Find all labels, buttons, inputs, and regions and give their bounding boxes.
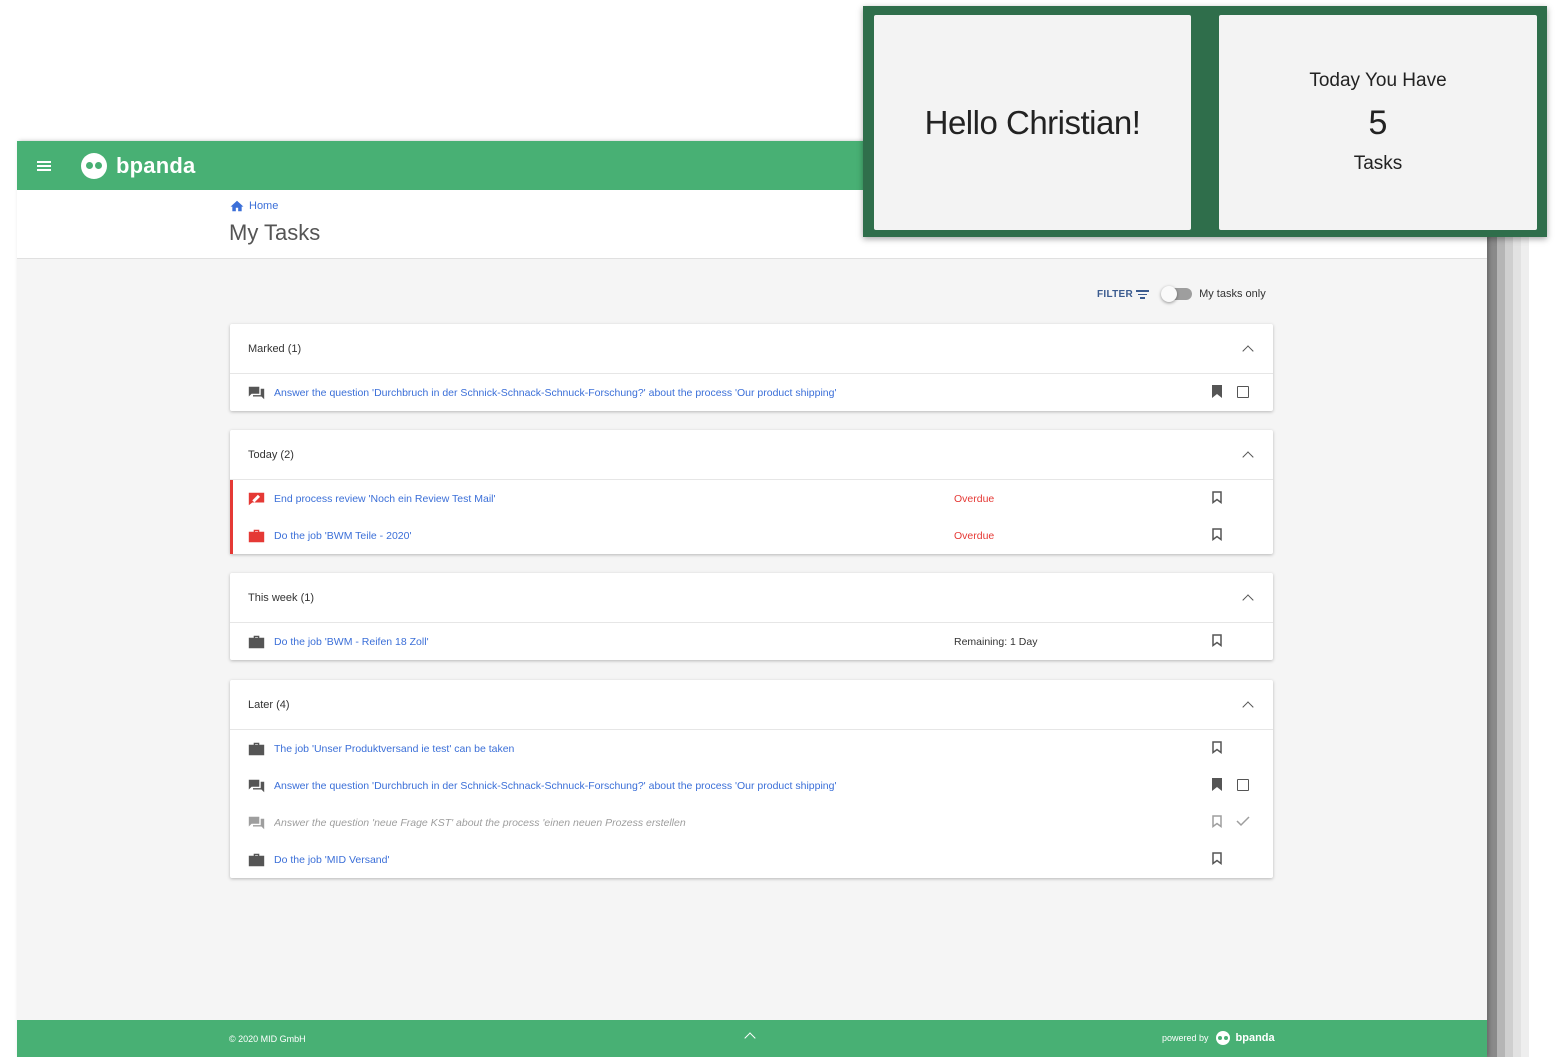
bookmark-outline-icon[interactable] [1212,852,1222,865]
summary-overlay: Hello Christian! Today You Have 5 Tasks [863,6,1547,237]
bpanda-logo[interactable]: bpanda [81,152,196,179]
panda-icon [1215,1031,1230,1045]
task-row[interactable]: Answer the question 'Durchbruch in der S… [230,374,1273,411]
section-header[interactable]: Today (2) [230,430,1273,480]
bookmark-filled-icon[interactable] [1212,385,1222,398]
footer: © 2020 MID GmbH powered by bpanda [17,1020,1487,1057]
task-section: Today (2) End process review 'Noch ein Re… [230,430,1273,554]
briefcase-icon [248,742,265,756]
page-title: My Tasks [229,220,321,245]
task-row[interactable]: Answer the question 'Durchbruch in der S… [230,767,1273,804]
footer-brand: bpanda [1235,1032,1275,1044]
my-tasks-only-label: My tasks only [1199,288,1266,301]
section-header[interactable]: Later (4) [230,680,1273,730]
briefcase-icon [248,529,265,543]
bookmark-outline-icon[interactable] [1212,528,1222,541]
task-toolbar: FILTER My tasks only [1097,286,1266,303]
collapse-chevron-icon[interactable] [1242,450,1254,463]
copyright-text: © 2020 MID GmbH [229,1034,306,1044]
collapse-chevron-icon[interactable] [1242,344,1254,357]
powered-by-label: powered by [1162,1033,1209,1043]
task-section: This week (1) Do the job 'BWM - Reifen 18… [230,573,1273,660]
task-link[interactable]: Do the job 'BWM - Reifen 18 Zoll' [274,636,954,648]
task-row[interactable]: The job 'Unser Produktversand ie test' c… [230,730,1273,767]
task-row[interactable]: Do the job 'BWM Teile - 2020' Overdue [230,517,1273,554]
briefcase-icon [248,635,265,649]
filter-label: FILTER [1097,288,1134,300]
hamburger-menu-icon[interactable] [17,141,71,190]
brand-name: bpanda [116,152,196,178]
powered-by: powered by bpanda [1162,1031,1275,1045]
task-section: Later (4) The job 'Unser Produktversand i… [230,680,1273,878]
task-due-status: Overdue [954,492,995,505]
bookmark-outline-icon[interactable] [1212,634,1222,647]
section-title: Later (4) [248,698,290,711]
section-title: Today (2) [248,448,294,461]
collapse-chevron-icon[interactable] [1242,593,1254,606]
task-row[interactable]: Answer the question 'neue Frage KST' abo… [230,804,1273,841]
breadcrumb-home-link[interactable]: Home [249,200,278,212]
check-icon[interactable] [1236,815,1250,827]
briefcase-icon [248,853,265,867]
collapse-chevron-icon[interactable] [1242,700,1254,713]
my-tasks-only-toggle[interactable] [1161,286,1193,303]
task-due-status: Overdue [954,529,995,542]
greeting-card: Hello Christian! [874,15,1191,230]
breadcrumb[interactable]: Home [230,200,278,212]
filter-button[interactable]: FILTER [1097,288,1150,301]
panda-icon [81,152,107,179]
task-due-status: Remaining: 1 Day [954,635,1038,648]
app-window: bpanda Home My Tasks FILTER My tasks onl… [17,141,1487,1057]
task-row[interactable]: Do the job 'BWM - Reifen 18 Zoll' Remaini… [230,623,1273,660]
task-row[interactable]: End process review 'Noch ein Review Test… [230,480,1273,517]
filter-icon [1136,288,1150,301]
question-answer-icon [248,816,265,830]
section-title: Marked (1) [248,342,302,355]
bookmark-outline-icon[interactable] [1212,491,1222,504]
task-link[interactable]: Answer the question 'Durchbruch in der S… [274,387,954,399]
question-answer-icon [248,779,265,793]
section-title: This week (1) [248,591,315,604]
bookmark-outline-icon[interactable] [1212,741,1222,754]
bookmark-filled-icon[interactable] [1212,778,1222,791]
greeting-text: Hello Christian! [924,103,1141,141]
question-answer-icon [248,386,265,400]
review-icon [248,492,265,506]
task-link[interactable]: Answer the question 'Durchbruch in der S… [274,780,954,792]
task-link[interactable]: Do the job 'MID Versand' [274,854,954,866]
home-icon [230,200,244,212]
section-header[interactable]: This week (1) [230,573,1273,623]
task-link[interactable]: End process review 'Noch ein Review Test… [274,493,954,505]
task-checkbox[interactable] [1237,779,1249,791]
bookmark-outline-icon[interactable] [1212,815,1222,828]
task-link[interactable]: Answer the question 'neue Frage KST' abo… [274,817,954,829]
task-link[interactable]: The job 'Unser Produktversand ie test' c… [274,743,954,755]
task-link[interactable]: Do the job 'BWM Teile - 2020' [274,530,954,542]
today-unit: Tasks [1353,153,1403,174]
today-label: Today You Have [1309,70,1447,91]
scroll-top-chevron-icon[interactable] [744,1032,756,1044]
today-task-count: 5 [1368,104,1388,142]
task-checkbox[interactable] [1237,386,1249,398]
window-stack-shadow [1487,150,1562,1057]
task-row[interactable]: Do the job 'MID Versand' [230,841,1273,878]
today-tasks-card: Today You Have 5 Tasks [1219,15,1537,230]
task-section: Marked (1) Answer the question 'Durchbruc… [230,324,1273,411]
section-header[interactable]: Marked (1) [230,324,1273,374]
